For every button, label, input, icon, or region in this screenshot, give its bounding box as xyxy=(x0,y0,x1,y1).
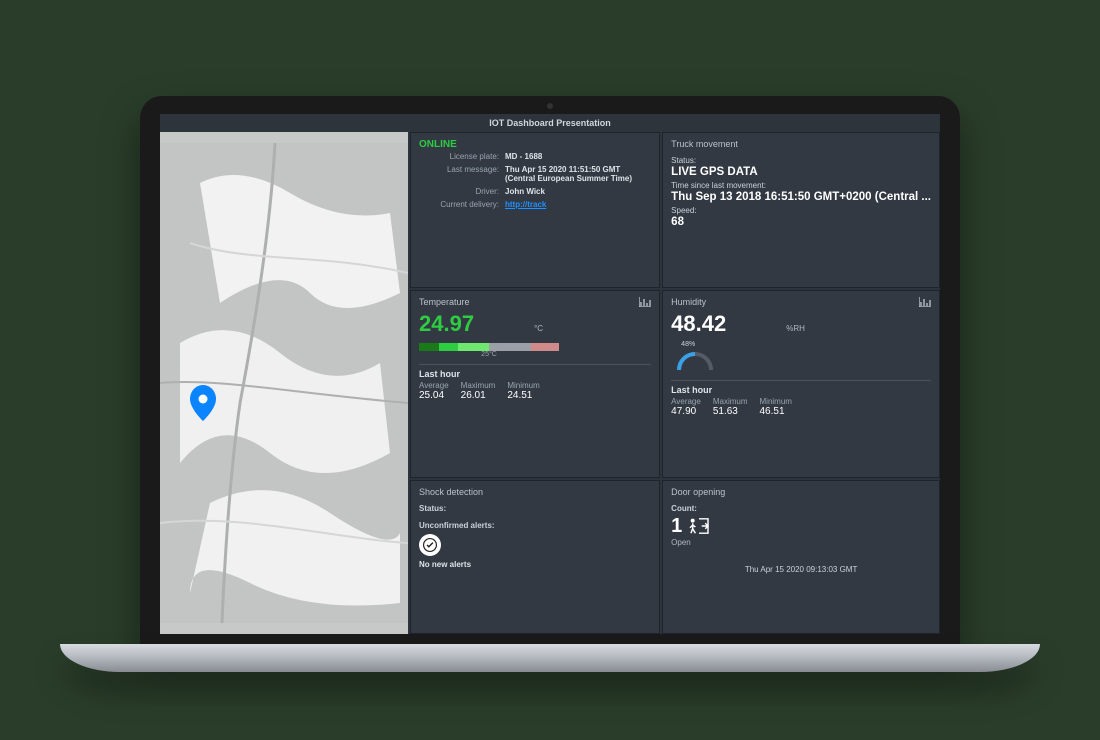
shock-noalerts: No new alerts xyxy=(419,560,651,569)
door-count: 1 xyxy=(671,515,682,538)
humidity-gauge: 48% xyxy=(675,341,931,374)
movement-status-label: Status: xyxy=(671,156,931,165)
shock-unconfirmed-label: Unconfirmed alerts: xyxy=(419,521,651,530)
check-circle-icon xyxy=(419,534,441,556)
humidity-unit: %RH xyxy=(786,324,805,333)
temperature-panel: Temperature 24.97 °C 25°C Last hour Aver… xyxy=(410,290,660,477)
info-panel: ONLINE License plate:MD - 1688 Last mess… xyxy=(410,132,660,288)
lastmsg-label: Last message: xyxy=(419,165,505,183)
driver-value: John Wick xyxy=(505,187,651,196)
laptop-frame: IOT Dashboard Presentation xyxy=(140,96,960,644)
movement-status: LIVE GPS DATA xyxy=(671,166,931,178)
shock-title: Shock detection xyxy=(419,487,651,497)
license-value: MD - 1688 xyxy=(505,152,651,161)
hum-avg-label: Average xyxy=(671,397,701,406)
movement-speed-label: Speed: xyxy=(671,206,931,215)
movement-time-label: Time since last movement: xyxy=(671,181,931,190)
hum-max: 51.63 xyxy=(713,406,748,417)
chart-icon[interactable] xyxy=(919,297,931,307)
door-state: Open xyxy=(671,538,931,547)
humidity-value: 48.42 xyxy=(671,311,726,337)
map-canvas[interactable] xyxy=(160,132,408,634)
humidity-gauge-label: 48% xyxy=(681,341,931,348)
temperature-unit: °C xyxy=(534,324,543,333)
delivery-link[interactable]: http://track xyxy=(505,200,546,209)
movement-time: Thu Sep 13 2018 16:51:50 GMT+0200 (Centr… xyxy=(671,191,931,203)
movement-title: Truck movement xyxy=(671,139,931,149)
hum-min: 46.51 xyxy=(760,406,792,417)
door-count-label: Count: xyxy=(671,504,931,513)
temp-lasthour-title: Last hour xyxy=(419,364,651,379)
door-timestamp: Thu Apr 15 2020 09:13:03 GMT xyxy=(671,565,931,574)
hum-max-label: Maximum xyxy=(713,397,748,406)
temp-max-label: Maximum xyxy=(461,381,496,390)
camera-dot xyxy=(547,103,553,109)
shock-status-label: Status: xyxy=(419,504,651,513)
door-panel: Door opening Count: 1 Open Thu Apr 15 20… xyxy=(662,480,940,634)
temperature-value: 24.97 xyxy=(419,311,474,337)
temp-max: 26.01 xyxy=(461,390,496,401)
humidity-panel: Humidity 48.42 %RH 48% Last hour Average… xyxy=(662,290,940,477)
hum-avg: 47.90 xyxy=(671,406,701,417)
temp-min-label: Minimum xyxy=(507,381,539,390)
door-exit-icon xyxy=(688,517,710,535)
delivery-label: Current delivery: xyxy=(419,200,505,209)
hum-lasthour-title: Last hour xyxy=(671,380,931,395)
door-title: Door opening xyxy=(671,487,931,497)
online-status: ONLINE xyxy=(419,139,651,150)
chart-icon[interactable] xyxy=(639,297,651,307)
temperature-title: Temperature xyxy=(419,297,651,307)
temp-avg: 25.04 xyxy=(419,390,449,401)
lastmsg-value: Thu Apr 15 2020 11:51:50 GMT (Central Eu… xyxy=(505,165,651,183)
driver-label: Driver: xyxy=(419,187,505,196)
hum-min-label: Minimum xyxy=(760,397,792,406)
humidity-title: Humidity xyxy=(671,297,931,307)
movement-panel: Truck movement Status: LIVE GPS DATA Tim… xyxy=(662,132,940,288)
temp-min: 24.51 xyxy=(507,390,539,401)
page-title: IOT Dashboard Presentation xyxy=(160,114,940,132)
shock-panel: Shock detection Status: Unconfirmed aler… xyxy=(410,480,660,634)
movement-speed: 68 xyxy=(671,216,931,228)
temperature-scale: 25°C xyxy=(419,351,559,358)
map-panel[interactable] xyxy=(160,132,408,634)
license-label: License plate: xyxy=(419,152,505,161)
temp-avg-label: Average xyxy=(419,381,449,390)
dashboard-screen: IOT Dashboard Presentation xyxy=(160,114,940,634)
